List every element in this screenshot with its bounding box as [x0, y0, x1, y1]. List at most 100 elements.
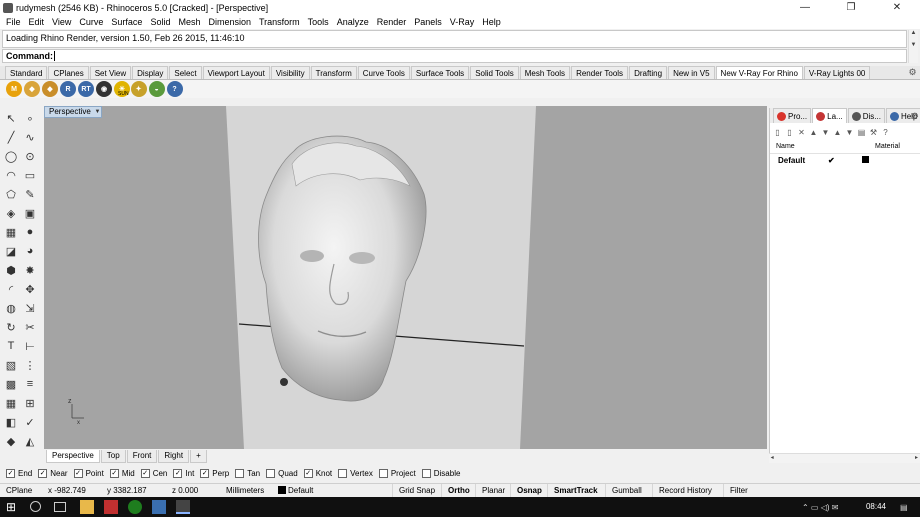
layer-current-check-icon[interactable]: ✔ — [828, 156, 835, 165]
osnap-checkbox[interactable]: ✓ — [109, 469, 119, 478]
menu-help[interactable]: Help — [478, 15, 505, 29]
boolean-icon[interactable]: ◕ — [22, 243, 38, 259]
osnap-tan[interactable]: Tan — [235, 469, 260, 478]
toolbar-tab-drafting[interactable]: Drafting — [629, 66, 668, 79]
viewport-tab-front[interactable]: Front — [126, 450, 158, 463]
align-icon[interactable]: ≡ — [22, 376, 38, 392]
solid-edit-icon[interactable]: ◪ — [3, 243, 19, 259]
trim-icon[interactable]: ✂ — [22, 319, 38, 335]
rotate-icon[interactable]: ↻ — [3, 319, 19, 335]
osnap-mid[interactable]: ✓ Mid — [109, 469, 135, 478]
polygon-icon[interactable]: ⬠ — [3, 186, 19, 202]
transform-icon[interactable]: ⇲ — [22, 300, 38, 316]
tray-icons[interactable]: ⌃ ▭ ◁) ✉ — [802, 503, 838, 512]
units-label[interactable]: Millimeters — [226, 486, 264, 495]
toolbar-tab-curve-tools[interactable]: Curve Tools — [357, 66, 410, 79]
array-icon[interactable]: ⋮ — [22, 357, 38, 373]
fillet-icon[interactable]: ◜ — [3, 281, 19, 297]
vray-camera-icon[interactable]: ◉ — [96, 81, 112, 97]
menu-render[interactable]: Render — [373, 15, 411, 29]
status-pane-ortho[interactable]: Ortho — [441, 484, 476, 497]
status-pane-filter[interactable]: Filter — [723, 484, 754, 497]
arc-icon[interactable]: ◠ — [3, 167, 19, 183]
bucket-icon[interactable]: ◍ — [3, 300, 19, 316]
menu-tools[interactable]: Tools — [304, 15, 333, 29]
vray-r-icon[interactable]: R — [60, 81, 76, 97]
rhino-taskbar-icon[interactable] — [176, 500, 190, 514]
toolbar-tab-viewport-layout[interactable]: Viewport Layout — [202, 66, 270, 79]
move-to-parent-icon[interactable]: ▲ — [833, 128, 842, 137]
osnap-int[interactable]: ✓ Int — [173, 469, 194, 478]
freeform-icon[interactable]: ✎ — [22, 186, 38, 202]
viewport-menu-chevron-icon[interactable]: ▼ — [93, 107, 102, 117]
toolbar-tab-mesh-tools[interactable]: Mesh Tools — [519, 66, 571, 79]
osnap-cen[interactable]: ✓ Cen — [140, 469, 167, 478]
status-pane-gumball[interactable]: Gumball — [605, 484, 648, 497]
app-icon[interactable] — [104, 500, 118, 514]
block-icon[interactable]: ▩ — [3, 376, 19, 392]
menu-panels[interactable]: Panels — [410, 15, 446, 29]
windows-start-icon[interactable]: ⊞ — [6, 500, 20, 514]
point-icon[interactable]: ∘ — [22, 110, 38, 126]
circle-icon[interactable]: ◯ — [3, 148, 19, 164]
osnap-checkbox[interactable] — [235, 469, 245, 478]
vray-options-icon[interactable]: ◆ — [42, 81, 58, 97]
osnap-checkbox[interactable]: ✓ — [73, 469, 83, 478]
osnap-checkbox[interactable]: ✓ — [140, 469, 150, 478]
ellipse-icon[interactable]: ⊙ — [22, 148, 38, 164]
osnap-checkbox[interactable]: ✓ — [200, 469, 210, 478]
osnap-knot[interactable]: ✓ Knot — [303, 469, 332, 478]
material-icon[interactable]: ◭ — [22, 433, 38, 449]
surface-icon[interactable]: ◈ — [3, 205, 19, 221]
grid-icon[interactable]: ▦ — [3, 395, 19, 411]
osnap-point[interactable]: ✓ Point — [73, 469, 104, 478]
vray-dome-icon[interactable]: ◒ — [148, 81, 165, 97]
layer-properties-icon[interactable]: ▤ — [857, 128, 866, 137]
toolbar-tab-display[interactable]: Display — [132, 66, 169, 79]
toolbar-tab-surface-tools[interactable]: Surface Tools — [410, 66, 470, 79]
paint-icon[interactable]: ◆ — [3, 433, 19, 449]
toolbar-tab-solid-tools[interactable]: Solid Tools — [470, 66, 519, 79]
extrude-icon[interactable]: ▣ — [22, 205, 38, 221]
osnap-checkbox[interactable] — [338, 469, 348, 478]
menu-vray[interactable]: V-Ray — [446, 15, 479, 29]
status-pane-osnap[interactable]: Osnap — [510, 484, 548, 497]
check-icon[interactable]: ✓ — [22, 414, 38, 430]
panel-tab-display[interactable]: Dis... — [847, 108, 885, 123]
osnap-quad[interactable]: Quad — [266, 469, 298, 478]
osnap-checkbox[interactable] — [421, 469, 431, 478]
osnap-checkbox[interactable]: ✓ — [6, 469, 15, 478]
toolbar-tab-set-view[interactable]: Set View — [89, 66, 132, 79]
menu-transform[interactable]: Transform — [255, 15, 304, 29]
filter-icon[interactable]: ▼ — [845, 128, 854, 137]
toolbar-tab-cplanes[interactable]: CPlanes — [48, 66, 89, 79]
status-pane-smarttrack[interactable]: SmartTrack — [547, 484, 604, 497]
menu-solid[interactable]: Solid — [146, 15, 174, 29]
menu-mesh[interactable]: Mesh — [174, 15, 204, 29]
toolbar-tab-standard[interactable]: Standard — [5, 66, 48, 79]
mesh-icon[interactable]: ⬢ — [3, 262, 19, 278]
viewport-tab-right[interactable]: Right — [158, 450, 190, 463]
close-icon[interactable]: ✕ — [874, 0, 920, 15]
command-line[interactable]: Command: — [2, 49, 907, 63]
layer-row[interactable]: Default ✔ — [770, 155, 920, 167]
panel-gear-icon[interactable]: ⚙ — [911, 111, 919, 122]
osnap-project[interactable]: Project — [378, 469, 416, 478]
toolbar-tab-visibility[interactable]: Visibility — [270, 66, 310, 79]
toolbar-tab-v-ray-lights-00[interactable]: V-Ray Lights 00 — [803, 66, 871, 79]
menu-curve[interactable]: Curve — [75, 15, 107, 29]
app2-icon[interactable] — [152, 500, 166, 514]
polyline-icon[interactable]: ╱ — [3, 129, 19, 145]
gear-icon[interactable]: ⚙ — [907, 67, 918, 78]
osnap-near[interactable]: ✓ Near — [38, 469, 68, 478]
delete-layer-icon[interactable]: ✕ — [797, 128, 806, 137]
toolbar-tab-transform[interactable]: Transform — [310, 66, 357, 79]
search-icon[interactable] — [30, 501, 41, 512]
select-arrow-icon[interactable]: ↖ — [3, 110, 19, 126]
osnap-perp[interactable]: ✓ Perp — [200, 469, 229, 478]
panel-tab-layers[interactable]: La... — [812, 108, 847, 123]
vray-m-icon[interactable]: M — [6, 81, 22, 97]
vray-rt-icon[interactable]: RT — [78, 81, 94, 97]
box-icon[interactable]: ▦ — [3, 224, 19, 240]
osnap-end[interactable]: ✓ End — [6, 469, 32, 478]
